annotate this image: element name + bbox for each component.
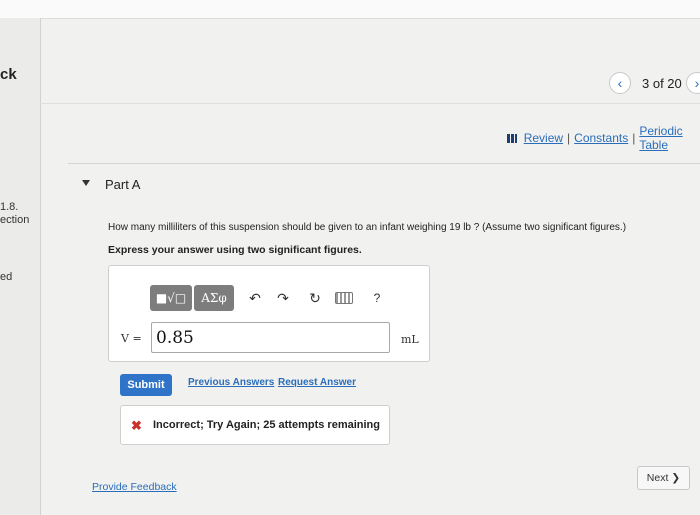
sidebar-ed-label: ed (0, 271, 13, 283)
question-text: How many milliliters of this suspension … (108, 222, 627, 233)
greek-symbols-button[interactable]: ΑΣφ (194, 285, 234, 311)
next-button[interactable]: Next ❯ (637, 466, 690, 490)
sidebar-section-number: 1.8. (0, 201, 19, 213)
chevron-right-icon: › (694, 75, 700, 91)
chevron-right-icon: ❯ (671, 472, 681, 484)
variable-label: V = (121, 332, 142, 345)
collapse-caret-icon[interactable] (82, 180, 90, 186)
templates-button[interactable]: ■√□ (150, 285, 192, 311)
link-separator: | (632, 131, 636, 145)
keyboard-button[interactable] (333, 285, 355, 311)
submit-button[interactable]: Submit (120, 374, 172, 396)
chevron-left-icon: ‹ (617, 75, 623, 91)
sidebar-section[interactable]: 1.8. ection (0, 201, 29, 227)
periodic-table-link[interactable]: Periodic Table (639, 124, 700, 152)
keyboard-icon (335, 292, 353, 304)
previous-answers-link[interactable]: Previous Answers (188, 377, 274, 388)
review-link[interactable]: Review (524, 131, 563, 145)
left-panel (0, 18, 41, 515)
header-divider (40, 103, 700, 104)
review-icon (507, 133, 517, 143)
constants-link[interactable]: Constants (574, 131, 628, 145)
help-button[interactable]: ? (366, 285, 388, 311)
link-separator: | (567, 131, 571, 145)
next-question-button[interactable]: › (686, 72, 700, 94)
part-title[interactable]: Part A (105, 177, 140, 192)
resource-links: Review | Constants | Periodic Table (507, 124, 700, 152)
unit-label: mL (401, 333, 419, 346)
provide-feedback-link[interactable]: Provide Feedback (92, 481, 177, 493)
back-link[interactable]: ck (0, 66, 17, 83)
request-answer-link[interactable]: Request Answer (278, 377, 356, 388)
question-counter: 3 of 20 (642, 76, 682, 91)
next-button-label: Next (646, 472, 669, 484)
feedback-message: Incorrect; Try Again; 25 attempts remain… (153, 419, 380, 431)
part-divider (68, 163, 700, 164)
reset-icon[interactable]: ↻ (304, 285, 326, 311)
sidebar-section-label: ection (0, 214, 30, 226)
previous-question-button[interactable]: ‹ (609, 72, 631, 94)
top-strip (0, 0, 700, 19)
redo-icon[interactable]: ↷ (272, 285, 294, 311)
question-instruction: Express your answer using two significan… (108, 244, 362, 256)
undo-icon[interactable]: ↶ (244, 285, 266, 311)
error-x-icon: ✖ (131, 418, 142, 433)
answer-input[interactable] (151, 322, 390, 353)
